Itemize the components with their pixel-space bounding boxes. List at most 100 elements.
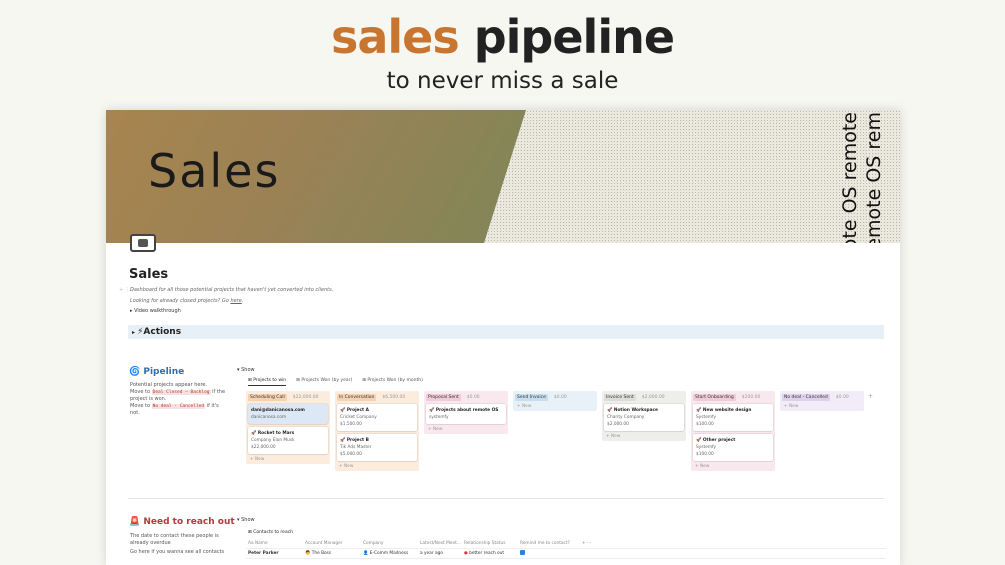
kanban-card[interactable]: 🚀 Projects about remote OS systemfy	[426, 404, 506, 424]
column-amount: $22,000.00	[292, 394, 319, 400]
column-header[interactable]: Invoice Sent $2,000.00	[604, 393, 684, 401]
card-property: $100.00	[696, 452, 714, 457]
col-header[interactable]: Relationship Status	[462, 541, 518, 546]
card-property: Systemfy	[696, 445, 717, 450]
kanban-card[interactable]: 🚀 Rocket to Mars Company Elon Musk $22,000…	[248, 427, 328, 454]
column-header[interactable]: Start Onboarding $200.00	[693, 393, 773, 401]
rocket-icon: 🚀	[340, 438, 347, 443]
column-amount: $0.00	[466, 394, 480, 400]
reach-desc-line: The date to contact these people is alre…	[130, 533, 219, 546]
show-label: Show	[241, 517, 255, 523]
cell-remind[interactable]	[518, 550, 580, 557]
card-title: 🚀 Projects about remote OS	[429, 407, 503, 414]
checkbox-checked[interactable]	[520, 550, 525, 555]
new-card-button[interactable]: + New	[515, 404, 595, 409]
pipeline-heading-text: Pipeline	[143, 367, 185, 377]
col-header[interactable]: Company	[361, 541, 418, 546]
hero-subtitle: to never miss a sale	[386, 68, 619, 94]
person-icon: 👤	[363, 551, 369, 556]
column-amount: $0.00	[835, 394, 849, 400]
card-title-text: Other project	[702, 438, 736, 443]
manager-name: The Boss	[311, 551, 332, 556]
card-title-text: Project B	[346, 438, 369, 443]
kanban-card[interactable]: 🚀 Project A Cricket Company $1,500.00	[337, 404, 417, 431]
column-amount: $6,500.00	[382, 394, 406, 400]
cover-vertical-text-2: remote OS rem	[863, 112, 885, 243]
kanban-card[interactable]: 🚀 New website design Systemfy $100.00	[693, 404, 773, 431]
column-header[interactable]: Send Invoice $0.00	[515, 393, 595, 401]
column-header[interactable]: In Conversation $6,500.00	[337, 393, 417, 401]
card-title: 🚀 Notion Workspace	[607, 407, 681, 414]
actions-toggle-heading[interactable]: ▸ ⚡Actions	[128, 325, 884, 339]
card-title: 🚀 Project A	[340, 407, 414, 414]
column-status-pill: Invoice Sent	[604, 393, 636, 401]
card-property: $5,000.00	[340, 452, 362, 457]
column-status-pill: Scheduling Call	[248, 393, 287, 401]
cover-image: Sales remote OS remote remote OS rem	[106, 110, 900, 243]
column-header[interactable]: No deal - Cancelled $0.00	[782, 393, 862, 401]
tab-label: Projects to win	[253, 378, 287, 383]
tab-contacts-to-reach[interactable]: ⊞ Contacts to reach	[248, 530, 293, 535]
kanban-card[interactable]: 🚀 Other project Systemfy $100.00	[693, 434, 773, 461]
table-row[interactable]: Peter Parker 👨 The Boss 👤 E-Comm Madness…	[246, 549, 886, 559]
video-walkthrough-toggle[interactable]: ▸ Video walkthrough	[130, 308, 181, 314]
new-card-button[interactable]: + New	[337, 464, 417, 469]
card-property: Company Elon Musk	[251, 438, 295, 443]
board-column: Send Invoice $0.00 + New	[513, 391, 597, 411]
contacts-link[interactable]: Go here if you wanna see all contacts	[130, 549, 230, 556]
card-title: dani@danicanosa.com	[251, 407, 325, 414]
new-card-button[interactable]: + New	[426, 427, 506, 432]
card-title-text: Project A	[346, 408, 369, 413]
column-header[interactable]: Proposal Sent $0.00	[426, 393, 506, 401]
col-header[interactable]: Account Manager	[303, 541, 361, 546]
col-header[interactable]: Remind me to contact?	[518, 541, 580, 546]
hero-banner: sales pipeline to never miss a sale	[0, 0, 1005, 110]
column-header[interactable]: Scheduling Call $22,000.00	[248, 393, 328, 401]
pipeline-show-toggle[interactable]: ▾ Show	[237, 367, 255, 373]
rocket-icon: 🚀	[607, 408, 614, 413]
col-header[interactable]: + ···	[580, 541, 610, 546]
column-status-pill: Proposal Sent	[426, 393, 461, 401]
col-header[interactable]: Latest/Next Meet...	[418, 541, 462, 546]
kanban-card[interactable]: dani@danicanosa.com danicanosa.com	[248, 404, 328, 424]
tab-label: Projects Won (by month)	[367, 378, 423, 383]
card-title-text: Notion Workspace	[613, 408, 658, 413]
cell-company: 👤 E-Comm Madness	[361, 551, 418, 556]
table-header: Aa Name Account Manager Company Latest/N…	[246, 539, 886, 549]
actions-label: ⚡Actions	[137, 327, 182, 337]
new-card-button[interactable]: + New	[693, 464, 773, 469]
rocket-icon: 🚀	[340, 408, 347, 413]
alarm-icon: 🚨	[129, 517, 141, 527]
show-label: Show	[241, 367, 255, 373]
add-group-icon[interactable]: +	[868, 393, 873, 400]
status-tag: No deal - Cancelled	[151, 404, 206, 409]
kanban-card[interactable]: 🚀 Notion Workspace Charity Company $2,000.…	[604, 404, 684, 431]
person-icon: 👨	[305, 551, 311, 556]
tab-projects-won-year[interactable]: ⊞ Projects Won (by year)	[296, 378, 352, 386]
here-link[interactable]: here	[230, 298, 241, 304]
board-column: Invoice Sent $2,000.00 🚀 Notion Workspace C…	[602, 391, 686, 441]
new-card-button[interactable]: + New	[782, 404, 862, 409]
reach-out-show-toggle[interactable]: ▾ Show	[237, 517, 255, 523]
new-card-button[interactable]: + New	[604, 434, 684, 439]
money-icon[interactable]	[130, 234, 156, 252]
col-header[interactable]: Aa Name	[246, 541, 303, 546]
tab-projects-to-win[interactable]: ⊞ Projects to win	[248, 378, 287, 386]
pipeline-desc-move2: Move to No deal - Cancelled if it's not.	[130, 403, 230, 417]
rocket-icon: 🚀	[696, 438, 703, 443]
cell-name[interactable]: Peter Parker	[246, 551, 303, 556]
cell-manager: 👨 The Boss	[303, 551, 361, 556]
tab-projects-won-month[interactable]: ⊞ Projects Won (by month)	[362, 378, 423, 386]
status-tag: Deal Closed — Backlog	[151, 390, 211, 395]
rocket-icon: 🚀	[251, 431, 258, 436]
new-card-button[interactable]: + New	[248, 457, 328, 462]
desc-prefix: Looking for already closed projects? Go	[130, 298, 231, 304]
card-title: 🚀 Other project	[696, 437, 770, 444]
board-column: No deal - Cancelled $0.00 + New	[780, 391, 864, 411]
page-description: Dashboard for all those potential projec…	[130, 287, 334, 293]
kanban-card[interactable]: 🚀 Project B Tik Ads Master $5,000.00	[337, 434, 417, 461]
column-amount: $200.00	[741, 394, 761, 400]
pipeline-heading: 🌀 Pipeline	[129, 367, 184, 377]
column-status-pill: In Conversation	[337, 393, 377, 401]
card-title: 🚀 Project B	[340, 437, 414, 444]
